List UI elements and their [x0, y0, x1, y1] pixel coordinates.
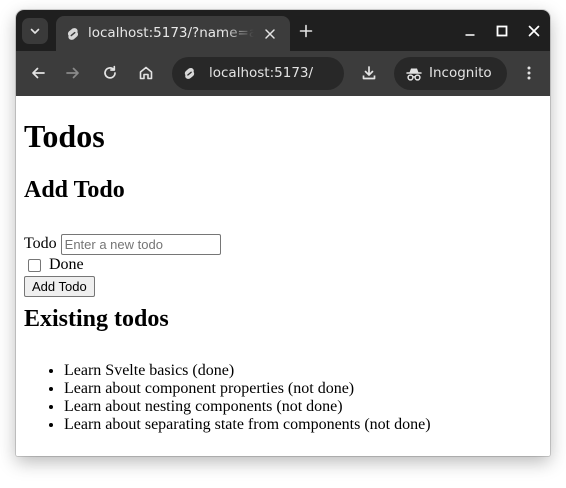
tab-strip: localhost:5173/?name=a — [16, 10, 550, 51]
add-todo-button[interactable]: Add Todo — [24, 276, 95, 297]
existing-todos-heading: Existing todos — [24, 306, 169, 332]
chevron-down-icon — [30, 28, 40, 34]
done-field-row: Done — [24, 256, 84, 274]
url-text[interactable]: localhost:5173/ — [209, 65, 313, 81]
todo-item: Learn about component properties (not do… — [64, 380, 431, 398]
maximize-icon[interactable] — [494, 23, 510, 39]
browser-tab[interactable]: localhost:5173/?name=a — [56, 16, 290, 51]
minimize-icon[interactable] — [462, 23, 478, 39]
address-bar[interactable]: localhost:5173/ — [172, 57, 344, 90]
page-content: Todos Add Todo Todo Done Add Todo Existi… — [16, 96, 550, 456]
download-icon[interactable] — [360, 64, 378, 82]
todo-item: Learn about nesting components (not done… — [64, 398, 431, 416]
forward-arrow-icon[interactable] — [64, 64, 82, 82]
incognito-label: Incognito — [429, 65, 492, 81]
new-tab-icon[interactable] — [298, 23, 314, 39]
done-label: Done — [49, 256, 84, 273]
svelte-favicon-icon — [67, 28, 79, 40]
todo-label: Todo — [24, 235, 57, 252]
incognito-icon — [406, 68, 422, 81]
tab-search-button[interactable] — [22, 18, 48, 44]
browser-toolbar: localhost:5173/ Incognito — [16, 51, 550, 96]
reload-icon[interactable] — [101, 64, 119, 82]
todo-field-row: Todo — [24, 233, 221, 255]
done-checkbox[interactable] — [28, 258, 41, 272]
todo-item: Learn Svelte basics (done) — [64, 362, 431, 380]
page-title: Todos — [24, 118, 105, 154]
browser-window: localhost:5173/?name=a localhost:5173/ I… — [16, 10, 550, 456]
close-window-icon[interactable] — [526, 23, 542, 39]
back-arrow-icon[interactable] — [29, 64, 47, 82]
todo-input[interactable] — [60, 233, 221, 255]
todo-item: Learn about separating state from compon… — [64, 416, 431, 434]
add-todo-heading: Add Todo — [24, 177, 125, 203]
svelte-site-icon — [184, 67, 195, 79]
home-icon[interactable] — [137, 64, 155, 82]
todo-list: Learn Svelte basics (done) Learn about c… — [24, 362, 431, 434]
incognito-indicator[interactable]: Incognito — [394, 57, 507, 90]
more-menu-icon[interactable] — [520, 64, 538, 82]
tab-title: localhost:5173/?name=a — [88, 25, 254, 41]
close-tab-icon[interactable] — [262, 26, 278, 42]
